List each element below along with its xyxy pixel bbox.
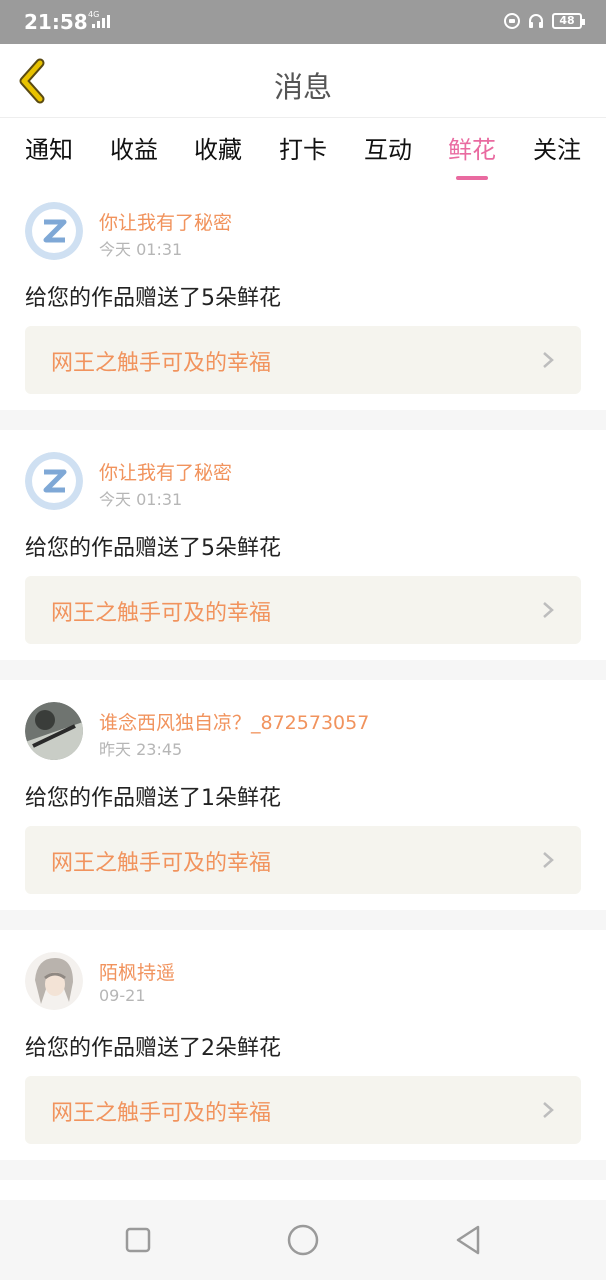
tab-earnings[interactable]: 收益 [96,130,172,165]
tab-notifications[interactable]: 通知 [11,130,87,165]
header: 消息 [0,44,606,118]
work-link-card[interactable]: 网王之触手可及的幸福 [25,576,581,644]
list-item: 谁念西风独自凉？_872573057 昨天 23:45 给您的作品赠送了1朵鲜花… [0,680,606,910]
divider [0,910,606,930]
tab-bar: 通知 收益 收藏 打卡 互动 鲜花 关注 [0,118,606,180]
system-nav-bar [0,1200,606,1280]
list-item: 你让我有了秘密 今天 01:31 给您的作品赠送了5朵鲜花 网王之触手可及的幸福 [0,430,606,660]
chevron-right-icon [543,852,554,868]
tab-interaction[interactable]: 互动 [350,130,426,165]
work-title: 网王之触手可及的幸福 [51,1101,272,1126]
network-type: 4G [88,10,100,19]
signal-icon: 4G [88,10,112,32]
message-list: 你让我有了秘密 今天 01:31 给您的作品赠送了5朵鲜花 网王之触手可及的幸福… [0,180,606,1180]
lock-rotation-icon [504,13,520,29]
headphones-icon [529,14,543,28]
home-icon[interactable] [285,1222,321,1258]
work-link-card[interactable]: 网王之触手可及的幸福 [25,826,581,894]
message-text: 给您的作品赠送了2朵鲜花 [25,1036,281,1061]
divider [0,660,606,680]
status-bar: 21:58 4G 48 [0,0,606,44]
message-time: 今天 01:31 [99,490,183,509]
tab-favorites[interactable]: 收藏 [180,130,256,165]
avatar[interactable] [25,952,83,1010]
list-item: 你让我有了秘密 今天 01:31 给您的作品赠送了5朵鲜花 网王之触手可及的幸福 [0,180,606,410]
work-title: 网王之触手可及的幸福 [51,851,272,876]
sender-name[interactable]: 谁念西风独自凉？_872573057 [99,708,369,735]
message-time: 昨天 23:45 [99,740,183,759]
sender-name[interactable]: 你让我有了秘密 [99,208,232,235]
sender-name[interactable]: 陌枫持遥 [99,958,175,985]
page-title: 消息 [273,70,332,104]
tab-flowers[interactable]: 鲜花 [434,130,510,180]
divider [0,1160,606,1180]
avatar[interactable] [25,202,83,260]
recent-apps-icon[interactable] [120,1222,156,1258]
message-text: 给您的作品赠送了5朵鲜花 [25,286,281,311]
message-time: 09-21 [99,986,146,1005]
avatar[interactable] [25,452,83,510]
chevron-right-icon [543,352,554,368]
avatar[interactable] [25,702,83,760]
message-time: 今天 01:31 [99,240,183,259]
work-title: 网王之触手可及的幸福 [51,601,272,626]
back-nav-icon[interactable] [450,1222,486,1258]
tab-follow[interactable]: 关注 [519,130,595,165]
battery-icon: 48 [552,13,585,29]
chevron-right-icon [543,602,554,618]
list-item: 陌枫持遥 09-21 给您的作品赠送了2朵鲜花 网王之触手可及的幸福 [0,930,606,1160]
sender-name[interactable]: 你让我有了秘密 [99,458,232,485]
message-text: 给您的作品赠送了1朵鲜花 [25,786,281,811]
work-link-card[interactable]: 网王之触手可及的幸福 [25,1076,581,1144]
divider [0,410,606,430]
chevron-right-icon [543,1102,554,1118]
work-link-card[interactable]: 网王之触手可及的幸福 [25,326,581,394]
work-title: 网王之触手可及的幸福 [51,351,272,376]
message-text: 给您的作品赠送了5朵鲜花 [25,536,281,561]
tab-checkin[interactable]: 打卡 [265,130,341,165]
battery-level: 48 [559,14,575,27]
status-time: 21:58 [24,10,88,34]
